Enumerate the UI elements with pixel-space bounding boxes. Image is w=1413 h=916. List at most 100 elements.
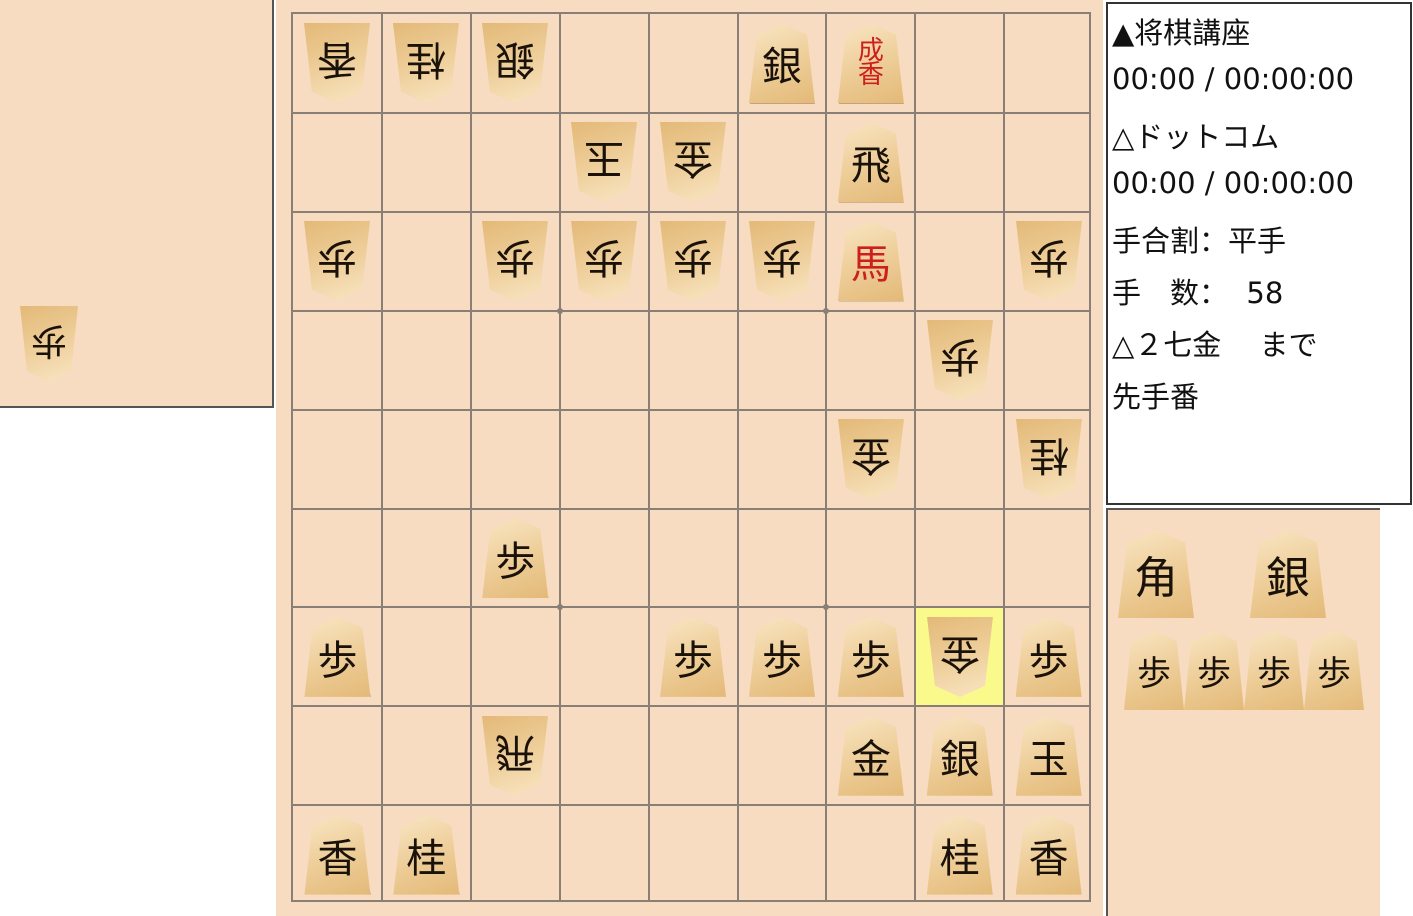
board-square[interactable] [916, 114, 1003, 211]
sente-piece[interactable]: 歩 [304, 616, 371, 697]
gote-piece[interactable]: 飛 [482, 716, 548, 796]
gote-piece[interactable]: 金 [838, 419, 904, 499]
board-square[interactable] [472, 608, 559, 705]
board-square[interactable] [472, 411, 559, 508]
sente-piece[interactable]: 金 [837, 715, 904, 796]
board-square[interactable] [739, 312, 826, 409]
board-square[interactable] [650, 510, 737, 607]
board-square[interactable] [827, 312, 914, 409]
board-square[interactable] [561, 411, 648, 508]
board-square[interactable] [294, 312, 381, 409]
piece-label: 玉 [1028, 736, 1069, 783]
sente-piece[interactable]: 歩 [748, 616, 815, 697]
board-square[interactable] [1005, 15, 1092, 112]
gote-piece[interactable]: 歩 [1016, 221, 1082, 301]
board-square[interactable] [916, 411, 1003, 508]
board-square[interactable] [739, 806, 826, 903]
piece-label: 銀 [939, 736, 980, 783]
board-square[interactable] [1005, 114, 1092, 211]
board-square[interactable] [739, 114, 826, 211]
board-square[interactable] [916, 213, 1003, 310]
gote-piece[interactable]: 歩 [571, 221, 637, 301]
gote-piece[interactable]: 金 [660, 122, 726, 202]
sente-hand-piece[interactable]: 角 [1118, 530, 1194, 618]
board-square[interactable] [561, 15, 648, 112]
piece-label: 香 [317, 36, 358, 83]
sente-hand-piece[interactable]: 銀 [1250, 530, 1326, 618]
piece-label: 飛 [495, 728, 536, 775]
board-square[interactable] [650, 15, 737, 112]
gote-hand-piece[interactable]: 歩 [20, 306, 78, 382]
sente-piece[interactable]: 桂 [926, 814, 993, 895]
board-square[interactable] [472, 806, 559, 903]
board-square[interactable] [294, 510, 381, 607]
gote-piece[interactable]: 歩 [749, 221, 815, 301]
board-square[interactable] [383, 411, 470, 508]
sente-hand-piece[interactable]: 歩 [1304, 630, 1364, 710]
sente-piece[interactable]: 玉 [1015, 715, 1082, 796]
board-square[interactable] [294, 114, 381, 211]
sente-piece[interactable]: 銀 [748, 23, 815, 104]
board-square[interactable] [561, 312, 648, 409]
piece-label: 香 [1028, 835, 1069, 882]
board-square[interactable] [916, 510, 1003, 607]
sente-hand-piece[interactable]: 歩 [1184, 630, 1244, 710]
board-square[interactable] [650, 312, 737, 409]
sente-piece[interactable]: 銀 [926, 715, 993, 796]
board-square[interactable] [827, 806, 914, 903]
gote-piece[interactable]: 歩 [660, 221, 726, 301]
sente-piece[interactable]: 馬 [837, 221, 904, 302]
board-square[interactable] [472, 312, 559, 409]
sente-piece[interactable]: 歩 [837, 616, 904, 697]
gote-piece[interactable]: 桂 [1016, 419, 1082, 499]
board-square[interactable] [561, 707, 648, 804]
sente-piece[interactable]: 香 [304, 814, 371, 895]
gote-piece[interactable]: 香 [304, 23, 370, 103]
board-square[interactable] [383, 312, 470, 409]
gote-piece[interactable]: 玉 [571, 122, 637, 202]
board-square[interactable] [650, 411, 737, 508]
board-square[interactable] [739, 707, 826, 804]
piece-label: 歩 [673, 637, 714, 684]
board-square[interactable] [383, 510, 470, 607]
sente-piece[interactable]: 歩 [660, 616, 727, 697]
gote-piece[interactable]: 銀 [482, 23, 548, 103]
board-square[interactable] [472, 114, 559, 211]
sente-piece[interactable]: 歩 [482, 517, 549, 598]
board-square[interactable] [383, 608, 470, 705]
board-square[interactable] [1005, 312, 1092, 409]
board-square[interactable] [650, 806, 737, 903]
board-square[interactable] [916, 15, 1003, 112]
piece-label: 桂 [1028, 432, 1069, 479]
board-square[interactable] [827, 510, 914, 607]
sente-piece[interactable]: 成香 [837, 23, 904, 104]
piece-label: 歩 [1028, 234, 1069, 281]
gote-piece[interactable]: 歩 [927, 320, 993, 400]
shogi-board: 香桂銀銀成香玉金飛歩歩歩歩歩馬歩歩金桂歩歩歩歩歩金歩飛金銀玉香桂桂香 [276, 0, 1103, 916]
piece-label: 歩 [495, 234, 536, 281]
board-square[interactable] [561, 510, 648, 607]
gote-piece[interactable]: 歩 [304, 221, 370, 301]
board-square[interactable] [294, 411, 381, 508]
board-square[interactable] [650, 707, 737, 804]
gote-piece[interactable]: 歩 [482, 221, 548, 301]
sente-piece[interactable]: 香 [1015, 814, 1082, 895]
board-square[interactable] [383, 114, 470, 211]
board-square[interactable] [383, 707, 470, 804]
board-square[interactable] [739, 510, 826, 607]
game-info-panel: ▲将棋講座 00:00 / 00:00:00 △ドットコム 00:00 / 00… [1106, 2, 1412, 505]
board-square[interactable] [1005, 510, 1092, 607]
board-square[interactable] [561, 806, 648, 903]
sente-hand-piece[interactable]: 歩 [1244, 630, 1304, 710]
sente-hand-piece[interactable]: 歩 [1124, 630, 1184, 710]
sente-piece[interactable]: 歩 [1015, 616, 1082, 697]
board-square[interactable] [739, 411, 826, 508]
board-square[interactable] [383, 213, 470, 310]
board-square[interactable] [561, 608, 648, 705]
sente-piece[interactable]: 飛 [837, 122, 904, 203]
sente-piece[interactable]: 桂 [393, 814, 460, 895]
piece-label: 歩 [31, 320, 68, 361]
gote-piece[interactable]: 桂 [393, 23, 459, 103]
board-square[interactable] [294, 707, 381, 804]
gote-piece[interactable]: 金 [927, 617, 993, 697]
